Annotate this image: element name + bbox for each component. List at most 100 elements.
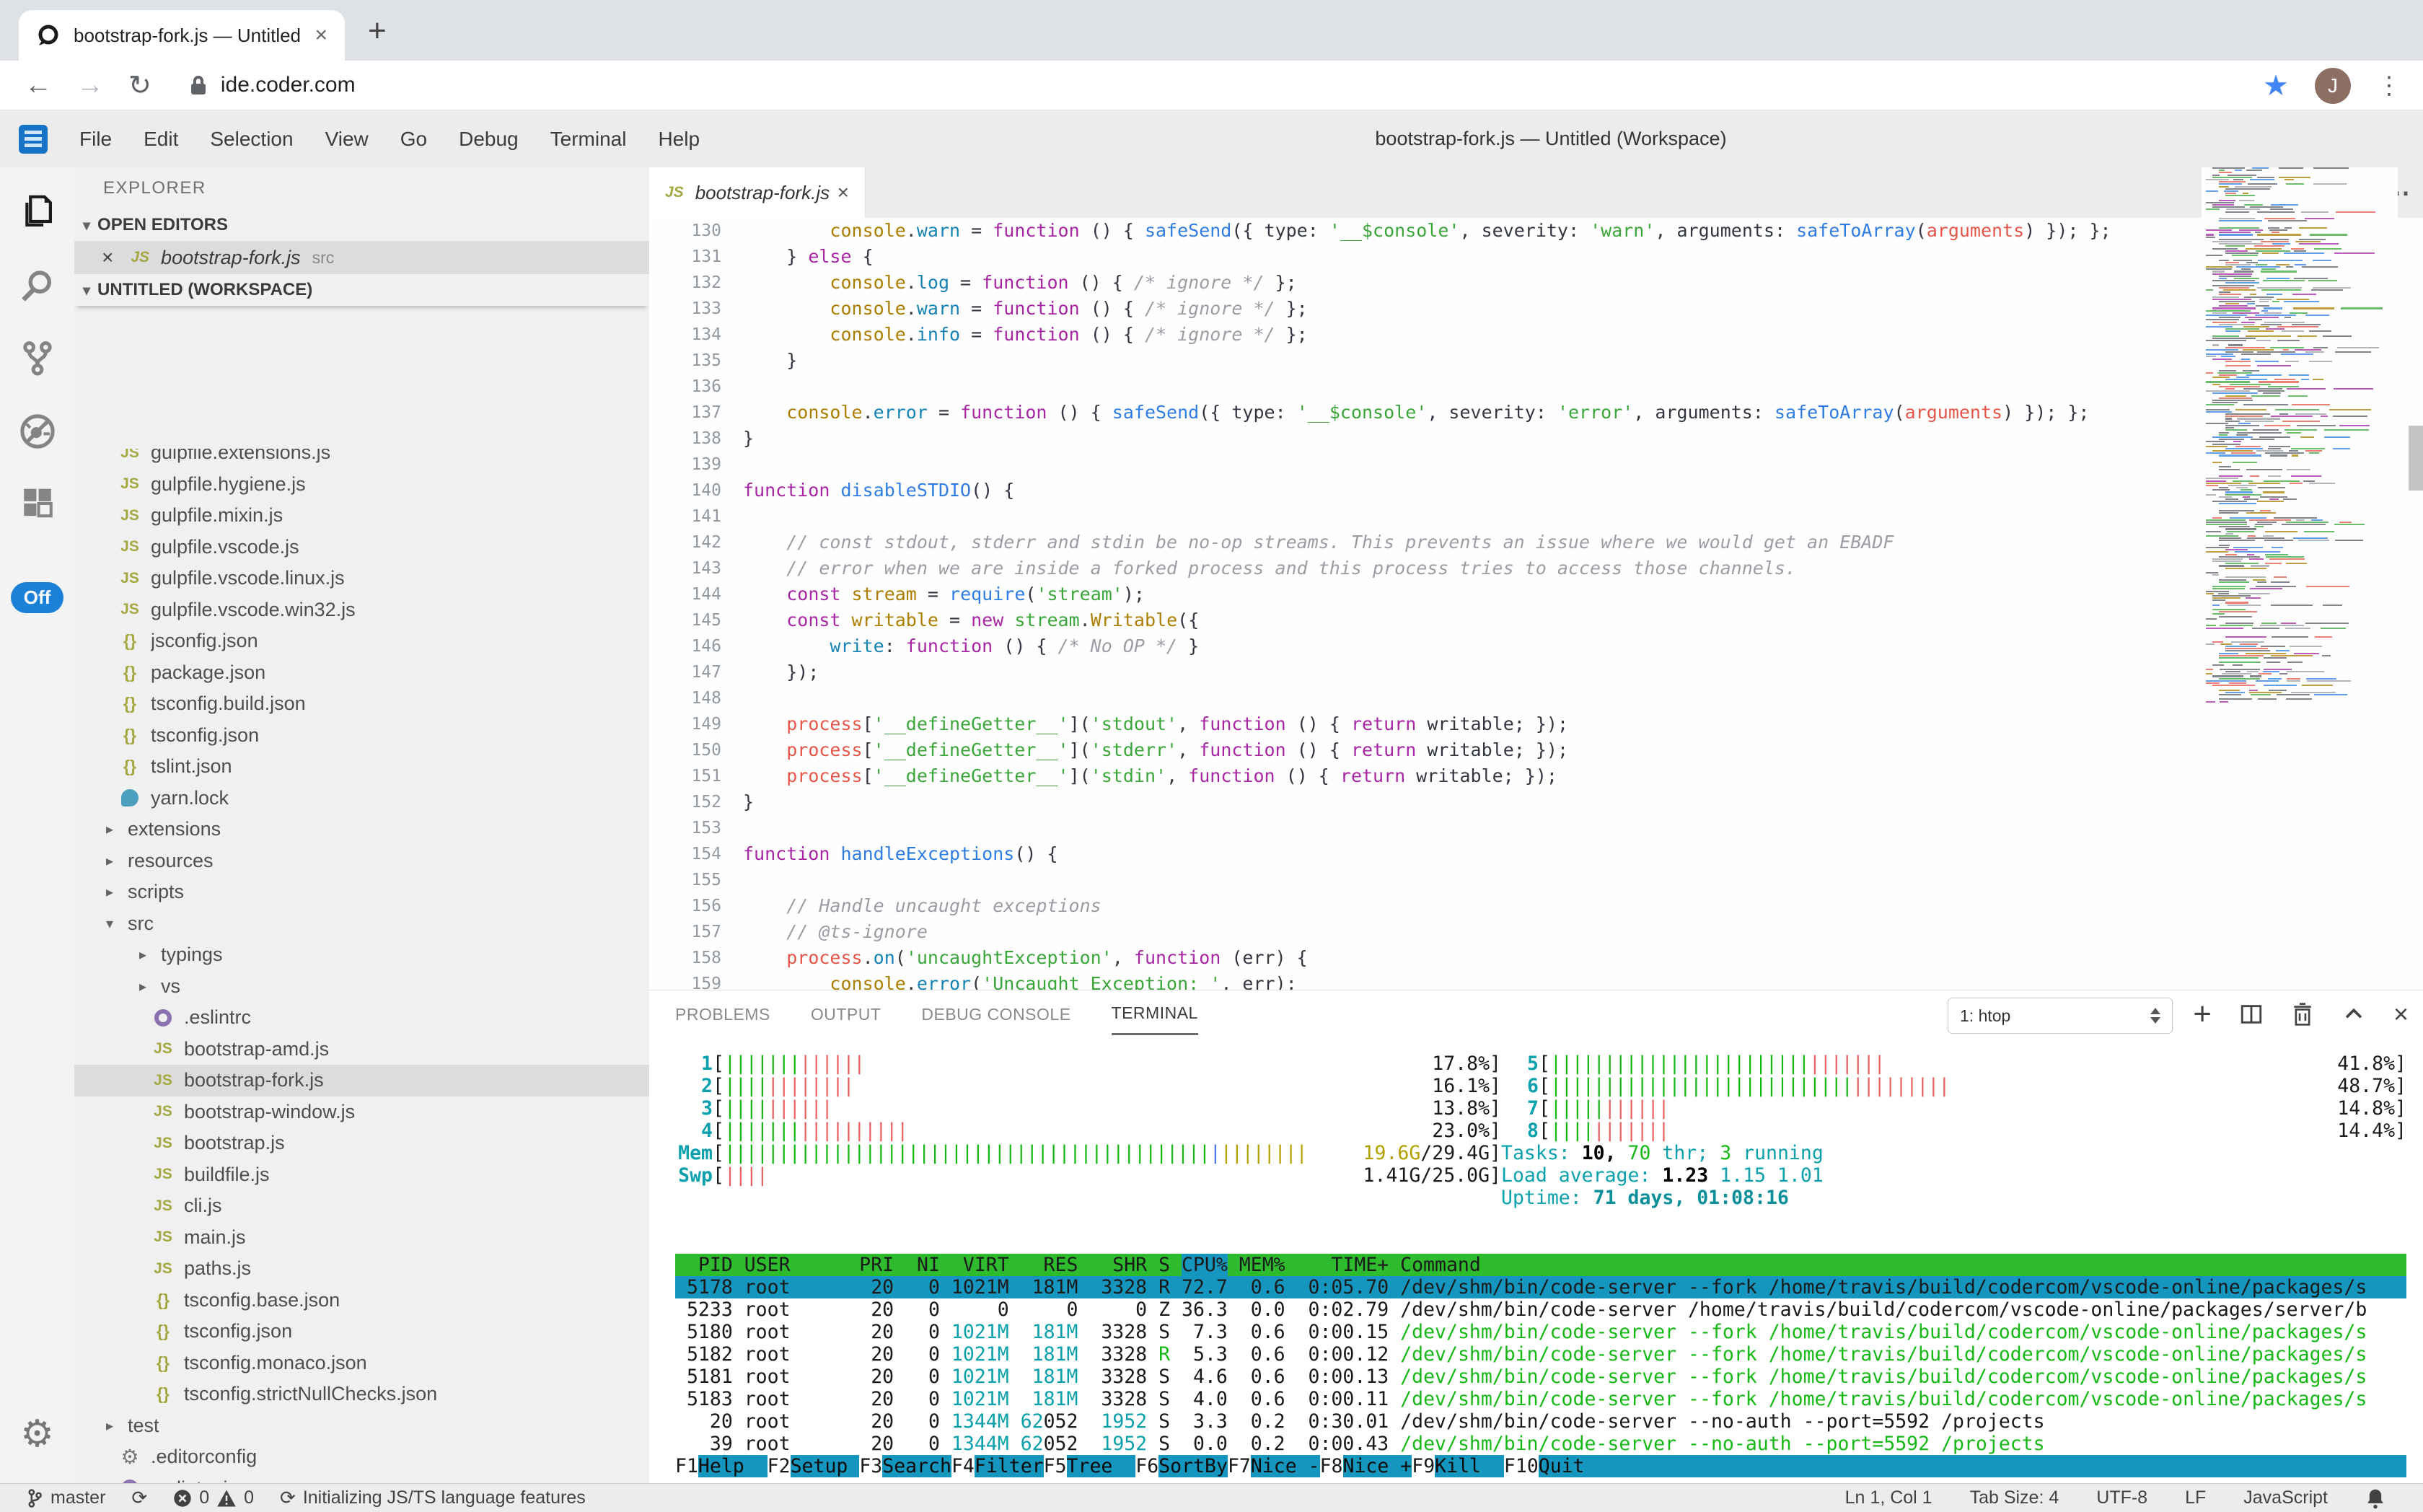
process-row[interactable]: 20 root 20 0 1344M 62052 1952 S 3.3 0.2 …	[675, 1410, 2406, 1433]
problems-item[interactable]: 0 0	[173, 1487, 254, 1508]
new-tab-button[interactable]: +	[368, 13, 387, 49]
code-line-158[interactable]: 158 process.on('uncaughtException', func…	[649, 945, 2423, 971]
process-row[interactable]: 5233 root 20 0 0 0 0 Z 36.3 0.0 0:02.79 …	[675, 1298, 2406, 1321]
menu-go[interactable]: Go	[400, 128, 427, 151]
tree-item-main.js[interactable]: JSmain.js	[74, 1222, 649, 1254]
browser-tab[interactable]: bootstrap-fork.js — Untitled (V ×	[19, 10, 345, 61]
process-row[interactable]: 5181 root 20 0 1021M 181M 3328 S 4.6 0.6…	[675, 1366, 2406, 1388]
tree-item-tsconfig.strictNullChecks.json[interactable]: {}tsconfig.strictNullChecks.json	[74, 1379, 649, 1410]
code-line-151[interactable]: 151 process['__defineGetter__']('stdin',…	[649, 763, 2423, 789]
tab-close-icon[interactable]: ×	[315, 23, 327, 48]
fkey-F7[interactable]: F7	[1228, 1455, 1251, 1477]
workspace-header[interactable]: ▾ UNTITLED (WORKSPACE)	[74, 274, 649, 306]
tree-item-jsconfig.json[interactable]: {}jsconfig.json	[74, 625, 649, 657]
code-line-143[interactable]: 143 // error when we are inside a forked…	[649, 555, 2423, 581]
code-line-138[interactable]: 138}	[649, 426, 2423, 452]
panel-tab-debug-console[interactable]: DEBUG CONSOLE	[921, 995, 1070, 1034]
code-line-150[interactable]: 150 process['__defineGetter__']('stderr'…	[649, 737, 2423, 763]
menu-help[interactable]: Help	[658, 128, 700, 151]
fkey-F6[interactable]: F6	[1135, 1455, 1158, 1477]
code-line-156[interactable]: 156 // Handle uncaught exceptions	[649, 893, 2423, 919]
code-line-144[interactable]: 144 const stream = require('stream');	[649, 581, 2423, 607]
menu-edit[interactable]: Edit	[144, 128, 178, 151]
settings-gear-icon[interactable]: ⚙	[0, 1405, 74, 1463]
code-line-146[interactable]: 146 write: function () { /* No OP */ }	[649, 633, 2423, 659]
code-line-147[interactable]: 147 });	[649, 659, 2423, 685]
code-line-131[interactable]: 131 } else {	[649, 244, 2423, 270]
source-control-icon[interactable]	[0, 329, 74, 387]
forward-icon[interactable]: →	[76, 70, 104, 101]
code-line-137[interactable]: 137 console.error = function () { safeSe…	[649, 400, 2423, 426]
encoding[interactable]: UTF-8	[2096, 1487, 2147, 1508]
url-input[interactable]: ide.coder.com	[221, 73, 356, 97]
tree-item-vs[interactable]: ▸vs	[74, 971, 649, 1003]
tree-item-bootstrap-amd.js[interactable]: JSbootstrap-amd.js	[74, 1034, 649, 1065]
back-icon[interactable]: ←	[25, 70, 52, 101]
tree-item-gulpfile.mixin.js[interactable]: JSgulpfile.mixin.js	[74, 500, 649, 532]
code-line-155[interactable]: 155	[649, 867, 2423, 893]
tree-item-gulpfile.vscode.win32.js[interactable]: JSgulpfile.vscode.win32.js	[74, 594, 649, 626]
code-line-134[interactable]: 134 console.info = function () { /* igno…	[649, 322, 2423, 348]
code-editor[interactable]: 130 console.warn = function () { safeSen…	[649, 218, 2423, 990]
code-line-136[interactable]: 136	[649, 374, 2423, 400]
tree-item-gulpfile.vscode.js[interactable]: JSgulpfile.vscode.js	[74, 532, 649, 563]
terminal-htop[interactable]: 1[|||||||||||||17.8%]5[|||||||||||||||||…	[675, 1052, 2406, 1478]
reload-icon[interactable]: ↻	[128, 69, 151, 102]
browser-menu-icon[interactable]: ⋮	[2377, 71, 2401, 100]
code-line-149[interactable]: 149 process['__defineGetter__']('stdout'…	[649, 711, 2423, 737]
eol[interactable]: LF	[2185, 1487, 2206, 1508]
git-branch-item[interactable]: master	[26, 1487, 105, 1508]
code-line-148[interactable]: 148	[649, 685, 2423, 711]
code-line-157[interactable]: 157 // @ts-ignore	[649, 919, 2423, 945]
sync-item[interactable]: ⟳	[131, 1487, 147, 1509]
tree-item-extensions[interactable]: ▸extensions	[74, 814, 649, 845]
fkey-F3[interactable]: F3	[859, 1455, 882, 1477]
tab-size[interactable]: Tab Size: 4	[1970, 1487, 2059, 1508]
code-line-152[interactable]: 152}	[649, 789, 2423, 815]
code-line-154[interactable]: 154function handleExceptions() {	[649, 841, 2423, 867]
menu-view[interactable]: View	[325, 128, 369, 151]
panel-tab-output[interactable]: OUTPUT	[811, 995, 881, 1034]
fkey-F1[interactable]: F1	[675, 1455, 698, 1477]
code-line-132[interactable]: 132 console.log = function () { /* ignor…	[649, 270, 2423, 296]
tree-item-src[interactable]: ▾src	[74, 908, 649, 940]
notifications-bell[interactable]	[2365, 1487, 2385, 1509]
tree-item-typings[interactable]: ▸typings	[74, 939, 649, 971]
tree-item-bootstrap-window.js[interactable]: JSbootstrap-window.js	[74, 1096, 649, 1128]
close-icon[interactable]: ×	[102, 246, 113, 269]
fkey-F2[interactable]: F2	[768, 1455, 791, 1477]
code-line-135[interactable]: 135 }	[649, 348, 2423, 374]
tree-item-bootstrap-fork.js[interactable]: JSbootstrap-fork.js	[74, 1065, 649, 1096]
fkey-F9[interactable]: F9	[1412, 1455, 1435, 1477]
tree-item-gulpfile.hygiene.js[interactable]: JSgulpfile.hygiene.js	[74, 469, 649, 501]
menu-selection[interactable]: Selection	[210, 128, 293, 151]
code-line-133[interactable]: 133 console.warn = function () { /* igno…	[649, 296, 2423, 322]
code-line-139[interactable]: 139	[649, 452, 2423, 478]
code-line-142[interactable]: 142 // const stdout, stderr and stdin be…	[649, 529, 2423, 555]
tree-item-.editorconfig[interactable]: ⚙.editorconfig	[74, 1441, 649, 1473]
tree-item-tsconfig.monaco.json[interactable]: {}tsconfig.monaco.json	[74, 1348, 649, 1379]
tree-item-buildfile.js[interactable]: JSbuildfile.js	[74, 1159, 649, 1191]
language-status-item[interactable]: ⟳ Initializing JS/TS language features	[280, 1487, 586, 1509]
editor-scrollbar[interactable]	[2409, 426, 2423, 491]
tree-item-test[interactable]: ▸test	[74, 1410, 649, 1442]
tree-item-paths.js[interactable]: JSpaths.js	[74, 1253, 649, 1285]
fkey-F10[interactable]: F10	[1504, 1455, 1539, 1477]
panel-tab-terminal[interactable]: TERMINAL	[1112, 993, 1198, 1035]
tree-item-.eslintrc.json[interactable]: .eslintrc.json	[74, 1473, 649, 1484]
maximize-panel-icon[interactable]	[2341, 1002, 2366, 1027]
tree-item-resources[interactable]: ▸resources	[74, 845, 649, 877]
code-line-145[interactable]: 145 const writable = new stream.Writable…	[649, 607, 2423, 633]
tree-item-tsconfig.base.json[interactable]: {}tsconfig.base.json	[74, 1285, 649, 1317]
menu-file[interactable]: File	[79, 128, 112, 151]
process-row[interactable]: 5180 root 20 0 1021M 181M 3328 S 7.3 0.6…	[675, 1321, 2406, 1343]
collaboration-off-badge[interactable]: Off	[0, 568, 74, 626]
bookmark-star-icon[interactable]: ★	[2263, 69, 2289, 102]
code-line-159[interactable]: 159 console.error('Uncaught Exception: '…	[649, 971, 2423, 990]
tree-item-tsconfig.build.json[interactable]: {}tsconfig.build.json	[74, 688, 649, 720]
tree-item-gulpfile.extensions.js[interactable]: JSgulpfile.extensions.js	[74, 449, 649, 469]
fkey-F5[interactable]: F5	[1044, 1455, 1067, 1477]
tree-item-.eslintrc[interactable]: .eslintrc	[74, 1002, 649, 1034]
minimap[interactable]	[2202, 167, 2398, 939]
debug-disabled-icon[interactable]	[0, 403, 74, 460]
